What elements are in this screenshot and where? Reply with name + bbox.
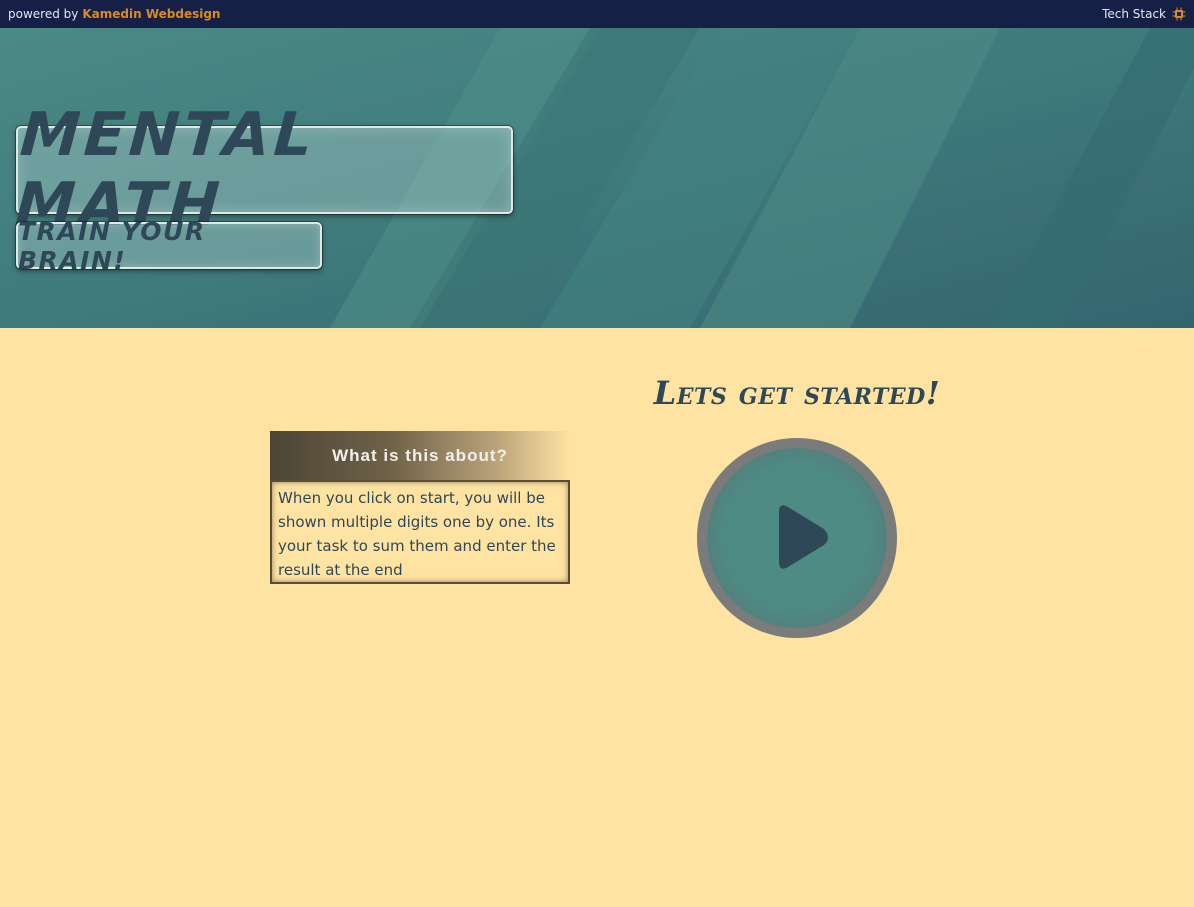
info-card-header: What is this about? — [270, 431, 570, 480]
tech-stack-button[interactable]: Tech Stack — [1102, 7, 1186, 21]
title-panel: Mental Math — [13, 100, 513, 240]
chip-icon — [1172, 7, 1186, 21]
hero-banner: Mental Math Train your brain! — [0, 28, 1194, 328]
start-button[interactable] — [697, 438, 897, 638]
tech-stack-label: Tech Stack — [1102, 7, 1166, 21]
info-card-body: When you click on start, you will be sho… — [270, 480, 570, 584]
start-heading: Lets get started! — [653, 374, 941, 412]
top-bar: powered by Kamedin Webdesign Tech Stack — [0, 0, 1194, 28]
page-subtitle: Train your brain! — [18, 216, 206, 275]
subtitle-panel: Train your brain! — [16, 217, 322, 275]
powered-by-label: powered by — [8, 7, 79, 21]
brand-link[interactable]: Kamedin Webdesign — [82, 7, 220, 21]
powered-by: powered by Kamedin Webdesign — [8, 7, 220, 21]
play-icon — [779, 505, 828, 569]
info-card-heading: What is this about? — [332, 445, 508, 465]
